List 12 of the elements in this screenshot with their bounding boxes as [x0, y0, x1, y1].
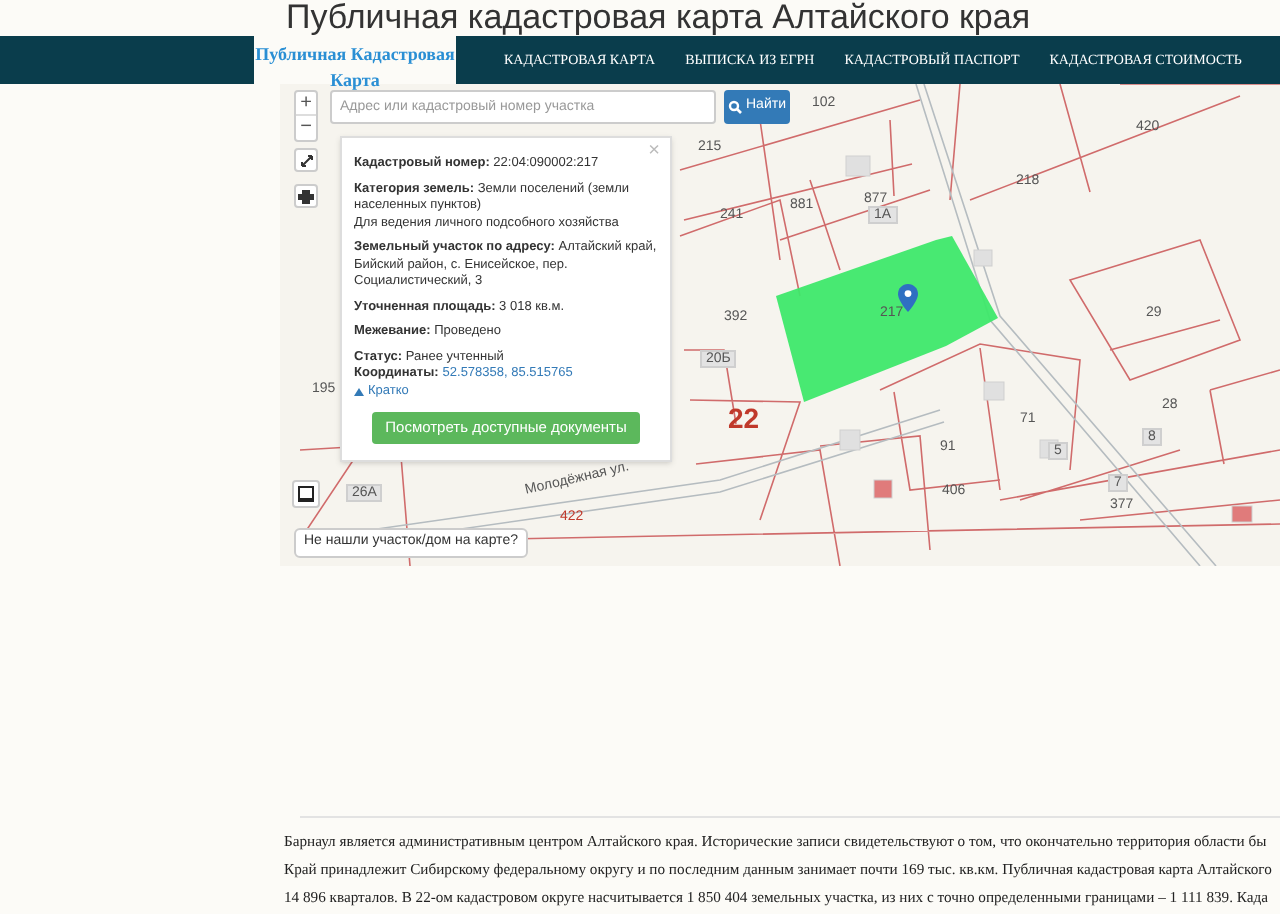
- print-button[interactable]: [294, 184, 318, 208]
- expand-icon: [299, 153, 313, 167]
- caret-up-icon: [354, 387, 364, 396]
- fullscreen-button[interactable]: [294, 148, 318, 172]
- land-plot[interactable]: [776, 236, 998, 402]
- page-title: Публичная кадастровая карта Алтайского края: [286, 0, 1033, 36]
- square-icon: [298, 486, 314, 502]
- layers-button[interactable]: [292, 480, 320, 508]
- zoom-in-button[interactable]: +: [296, 92, 316, 116]
- search-icon: [728, 100, 742, 114]
- zoom-out-button[interactable]: −: [296, 116, 316, 140]
- parcel-label: 22: [728, 404, 760, 432]
